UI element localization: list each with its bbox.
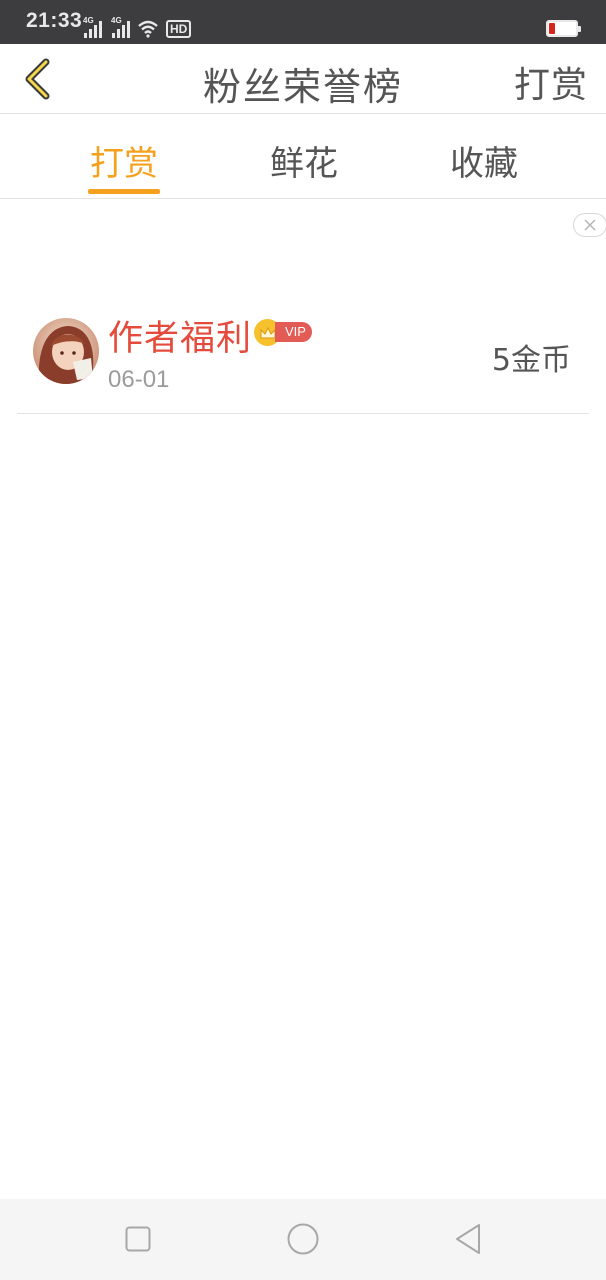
vip-badge: VIP — [275, 322, 312, 342]
tab-reward[interactable]: 打赏 — [64, 136, 184, 185]
battery-nub — [578, 26, 581, 32]
circle-icon — [287, 1223, 319, 1255]
avatar-image — [33, 318, 99, 384]
hd-icon: HD — [166, 20, 192, 38]
system-nav-bar — [0, 1199, 606, 1280]
active-tab-indicator — [88, 189, 160, 194]
reward-action-button[interactable]: 打赏 — [514, 56, 588, 108]
home-button[interactable] — [285, 1221, 321, 1257]
battery-icon — [546, 20, 581, 37]
status-bar: 21:33 4G 4G HD — [0, 0, 606, 44]
header: 粉丝荣誉榜 打赏 — [0, 44, 606, 114]
status-icons: 4G 4G HD — [83, 14, 192, 38]
tab-bar: 打赏 鲜花 收藏 — [0, 114, 606, 199]
network-type-label: 4G — [111, 16, 122, 25]
tab-favorites[interactable]: 收藏 — [424, 136, 544, 185]
ad-close-button[interactable] — [573, 213, 606, 237]
item-date: 06-01 — [108, 366, 170, 393]
crown-glyph — [260, 326, 275, 338]
square-icon — [125, 1226, 151, 1252]
item-amount: 5金币 — [491, 343, 571, 378]
close-icon — [584, 219, 596, 231]
recent-apps-button[interactable] — [120, 1221, 156, 1257]
signal-icon: 4G — [111, 16, 130, 38]
wifi-icon — [138, 20, 158, 38]
list-item[interactable]: 作者福利 VIP 06-01 5金币 — [17, 300, 589, 414]
back-nav-button[interactable] — [450, 1221, 486, 1257]
battery-level — [549, 23, 555, 34]
avatar[interactable] — [33, 318, 99, 384]
user-name[interactable]: 作者福利 — [108, 310, 252, 361]
triangle-back-icon — [456, 1224, 480, 1254]
tab-flowers[interactable]: 鲜花 — [244, 136, 364, 185]
status-time: 21:33 — [26, 9, 83, 32]
signal-icon: 4G — [83, 16, 102, 38]
network-type-label: 4G — [83, 16, 94, 25]
